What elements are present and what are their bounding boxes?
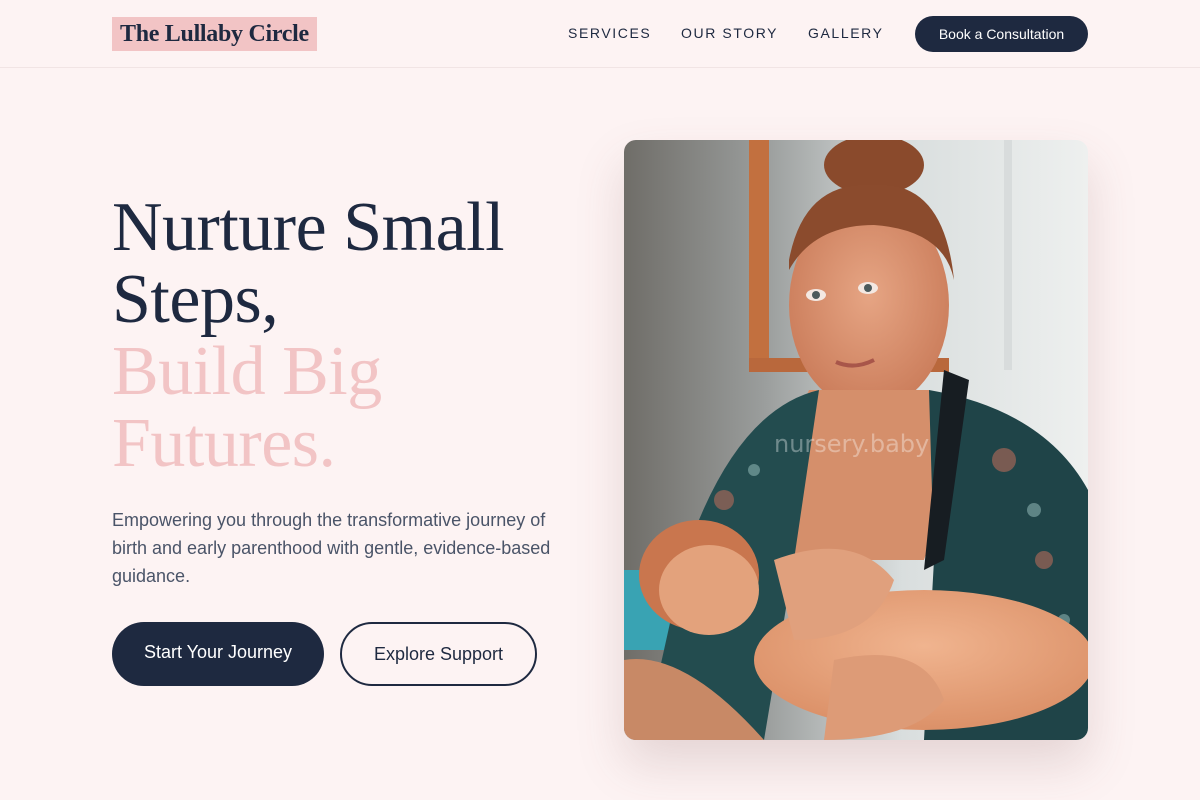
hero-photo: nursery.baby <box>624 140 1088 740</box>
hero-title-line-1: Nurture Small <box>112 189 505 266</box>
nav-link-gallery[interactable]: GALLERY <box>808 24 884 42</box>
explore-support-button[interactable]: Explore Support <box>340 622 537 686</box>
nav-link-services[interactable]: SERVICES <box>568 24 651 42</box>
start-journey-button[interactable]: Start Your Journey <box>112 622 324 686</box>
site-logo[interactable]: The Lullaby Circle <box>112 17 317 51</box>
photo-watermark: nursery.baby <box>774 430 930 458</box>
hero-title-accent-line-2: Futures. <box>112 405 336 482</box>
book-consultation-button[interactable]: Book a Consultation <box>915 16 1088 52</box>
site-header: The Lullaby Circle SERVICES OUR STORY GA… <box>0 0 1200 68</box>
nav-link-our-story[interactable]: OUR STORY <box>681 24 778 42</box>
hero-title-line-2: Steps, <box>112 261 279 338</box>
hero-title: Nurture Small Steps, Build Big Futures. <box>112 192 592 480</box>
hero-description: Empowering you through the transformativ… <box>112 510 551 586</box>
hero-title-accent-line-1: Build Big <box>112 333 382 410</box>
